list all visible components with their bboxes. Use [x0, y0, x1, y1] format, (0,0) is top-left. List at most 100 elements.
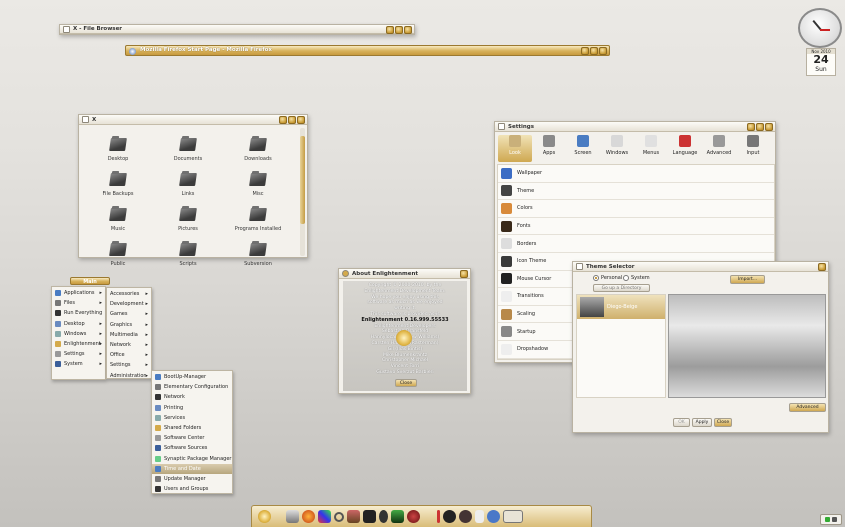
menu-item[interactable]: Run Everything [52, 308, 105, 318]
search-icon[interactable] [333, 511, 344, 522]
folder-item[interactable]: Downloads [223, 129, 293, 162]
menu-item[interactable]: Development ▸ [107, 299, 151, 309]
start-icon[interactable] [257, 510, 271, 523]
close-button[interactable] [818, 263, 826, 271]
settings-item[interactable]: Theme [498, 183, 774, 201]
iconify-button[interactable] [386, 26, 394, 34]
about-close-button[interactable]: Close [395, 379, 417, 387]
systray[interactable] [820, 514, 842, 525]
folder-item[interactable]: Pictures [153, 199, 223, 232]
theme-list-item[interactable]: Diego-Beige [577, 295, 665, 319]
settings-item[interactable]: Fonts [498, 218, 774, 236]
media-player-icon[interactable] [406, 510, 420, 523]
maximize-button[interactable] [756, 123, 764, 131]
menu-item[interactable]: Services [152, 413, 232, 423]
settings-category[interactable]: Screen [566, 135, 600, 162]
settings-category[interactable]: Language [668, 135, 702, 162]
menu-item[interactable]: Accessories ▸ [107, 289, 151, 299]
package-icon[interactable] [346, 510, 360, 523]
paint-icon[interactable] [317, 510, 331, 523]
menu-item[interactable]: Enlightenment ▸ [52, 339, 105, 349]
settings-item[interactable]: Borders [498, 235, 774, 253]
network-icon[interactable] [825, 517, 830, 522]
menu-item[interactable]: Network [152, 392, 232, 402]
settings-category[interactable]: Advanced [702, 135, 736, 162]
pager-icon[interactable] [502, 510, 523, 523]
menu-item[interactable]: Desktop ▸ [52, 319, 105, 329]
close-button[interactable] [599, 47, 607, 55]
folder-item[interactable]: Programs Installed [223, 199, 293, 232]
folder-item[interactable]: Misc [223, 164, 293, 197]
close-button[interactable] [460, 270, 468, 278]
folder-item[interactable]: Desktop [83, 129, 153, 162]
menu-item[interactable]: Settings ▸ [107, 360, 151, 370]
menu-item[interactable]: Graphics ▸ [107, 320, 151, 330]
settings-category[interactable]: Apps [532, 135, 566, 162]
file-browser-titlebar[interactable]: X - File Browser [59, 24, 415, 35]
menu-item[interactable]: Files ▸ [52, 298, 105, 308]
firefox-titlebar[interactable]: Mozilla Firefox Start Page - Mozilla Fir… [125, 45, 610, 56]
menu-item[interactable]: Multimedia ▸ [107, 330, 151, 340]
menu-item[interactable]: Network ▸ [107, 340, 151, 350]
ok-button[interactable]: OK [673, 418, 690, 427]
cpu-icon[interactable] [442, 510, 456, 523]
menu-item[interactable]: Software Sources [152, 443, 232, 453]
apply-button[interactable]: Apply [692, 418, 712, 427]
monitor-icon[interactable] [390, 510, 404, 523]
menu-item[interactable]: Software Center [152, 433, 232, 443]
settings-item[interactable]: Colors [498, 200, 774, 218]
settings-category[interactable]: Menus [634, 135, 668, 162]
close-button[interactable] [765, 123, 773, 131]
maximize-button[interactable] [590, 47, 598, 55]
folder-item[interactable]: Links [153, 164, 223, 197]
maximize-button[interactable] [395, 26, 403, 34]
menu-item[interactable]: Windows ▸ [52, 329, 105, 339]
folder-item[interactable]: Public [83, 234, 153, 267]
file-manager-icon[interactable] [285, 510, 299, 523]
menu-item[interactable]: Printing [152, 403, 232, 413]
menu-item[interactable]: Applications ▸ [52, 288, 105, 298]
menu-item[interactable]: Games ▸ [107, 309, 151, 319]
menu-item[interactable]: BootUp-Manager [152, 372, 232, 382]
menu-item[interactable]: Office ▸ [107, 350, 151, 360]
settings-item[interactable]: Wallpaper [498, 165, 774, 183]
menu-item[interactable]: Time and Date [152, 463, 232, 474]
menu-item[interactable]: Administration ▸ [107, 371, 151, 381]
iconify-button[interactable] [581, 47, 589, 55]
iconify-button[interactable] [747, 123, 755, 131]
folder-item[interactable]: Scripts [153, 234, 223, 267]
iconify-button[interactable] [279, 116, 287, 124]
menu-item[interactable]: Synaptic Package Manager [152, 454, 232, 464]
folder-item[interactable]: Subversion [223, 234, 293, 267]
menu-item[interactable]: Shared Folders [152, 423, 232, 433]
update-icon[interactable] [832, 517, 837, 522]
mixer-icon[interactable] [458, 510, 472, 523]
close-dialog-button[interactable]: Close [714, 418, 732, 427]
settings-category[interactable]: Look [498, 135, 532, 162]
scrollbar-thumb[interactable] [300, 136, 305, 224]
menu-item[interactable]: System ▸ [52, 359, 105, 369]
thermometer-icon[interactable] [436, 510, 440, 523]
menu-item[interactable]: Users and Groups [152, 484, 232, 494]
browser-icon[interactable] [301, 510, 315, 523]
menu-item[interactable]: Elementary Configuration [152, 382, 232, 392]
folder-item[interactable]: Music [83, 199, 153, 232]
radio-system[interactable]: System [623, 275, 650, 281]
maximize-button[interactable] [288, 116, 296, 124]
close-button[interactable] [297, 116, 305, 124]
radio-personal[interactable]: Personal [593, 275, 622, 281]
folder-item[interactable]: Documents [153, 129, 223, 162]
import-button[interactable]: Import... [730, 275, 765, 284]
terminal-icon[interactable] [362, 510, 376, 523]
scrollbar[interactable] [300, 128, 305, 256]
bluetooth-icon[interactable] [486, 510, 500, 523]
battery-icon[interactable] [474, 510, 484, 523]
audio-icon[interactable] [378, 510, 388, 523]
close-button[interactable] [404, 26, 412, 34]
go-up-directory-button[interactable]: Go up a Directory [593, 284, 650, 292]
folder-item[interactable]: File Backups [83, 164, 153, 197]
menu-item[interactable]: Update Manager [152, 474, 232, 484]
advanced-button[interactable]: Advanced [789, 403, 826, 412]
settings-category[interactable]: Input [736, 135, 770, 162]
menu-item[interactable]: Settings ▸ [52, 349, 105, 359]
